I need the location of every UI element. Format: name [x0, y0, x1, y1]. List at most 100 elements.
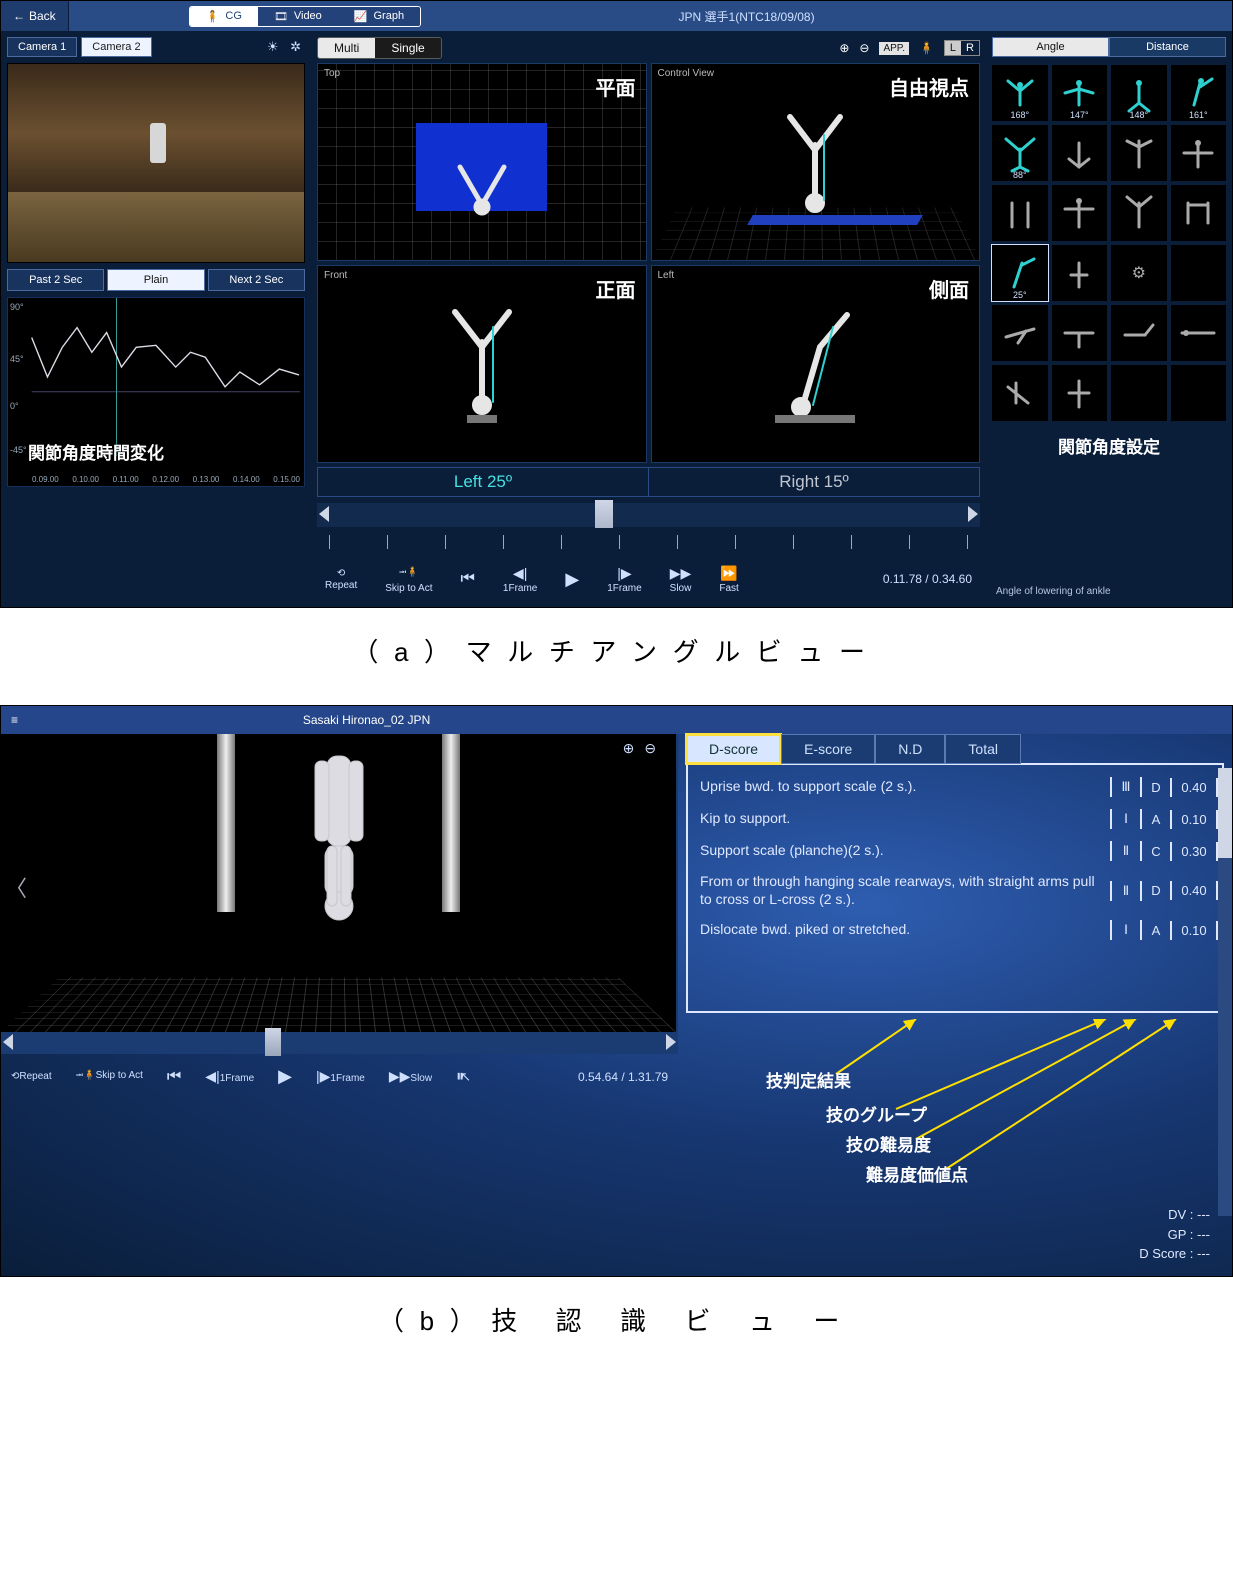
pane-left[interactable]: Left 側面 — [651, 265, 981, 463]
pose-thumb[interactable] — [992, 305, 1048, 361]
pose-thumb[interactable] — [1171, 245, 1227, 301]
figure-control — [770, 105, 860, 225]
prev-chapter-button[interactable]: ⏮ — [461, 570, 475, 588]
pose-thumb[interactable] — [1111, 365, 1167, 421]
plain-button[interactable]: Plain — [107, 269, 204, 291]
pose-thumb[interactable] — [1052, 185, 1108, 241]
timeline-thumb[interactable] — [595, 500, 613, 528]
pose-thumb[interactable] — [1111, 305, 1167, 361]
skill-difficulty: D — [1140, 778, 1172, 797]
pose-thumb[interactable]: 161° — [1171, 65, 1227, 121]
right-column: Angle Distance 168° 147° 148° 161° 88° 2… — [986, 31, 1232, 607]
next-frame-button[interactable]: |▶1Frame — [607, 565, 641, 594]
pane-front[interactable]: Front 正面 — [317, 265, 647, 463]
repeat-button[interactable]: ⟲Repeat — [11, 1071, 52, 1082]
pose-thumb[interactable]: 88° — [992, 125, 1048, 181]
pose-thumb[interactable]: ⚙ — [1111, 245, 1167, 301]
pose-thumb[interactable] — [1052, 365, 1108, 421]
next-2sec-button[interactable]: Next 2 Sec — [208, 269, 305, 291]
pose-thumb[interactable] — [1171, 365, 1227, 421]
zoom-in-icon[interactable]: ⊕ — [623, 740, 645, 756]
pose-thumb[interactable] — [1171, 125, 1227, 181]
mode-graph[interactable]: 📈Graph — [338, 7, 420, 26]
prev-chapter-button[interactable]: ⏮ — [167, 1068, 181, 1086]
tab-distance[interactable]: Distance — [1109, 37, 1226, 57]
play-icon: ▶ — [565, 569, 579, 590]
center-column: Multi Single ⊕ ⊖ APP. 🧍 LR Top 平面 — [311, 31, 986, 607]
pose-ref-icon[interactable]: 🧍 — [919, 41, 934, 55]
pose-thumb[interactable] — [1052, 305, 1108, 361]
skill-row[interactable]: Kip to support.ⅠA0.10 — [688, 803, 1222, 835]
tab-e-score[interactable]: E-score — [781, 734, 875, 764]
back-button[interactable]: ← Back — [1, 1, 69, 31]
tab-camera-1[interactable]: Camera 1 — [7, 37, 77, 57]
prev-frame-button[interactable]: ◀|1Frame — [205, 1068, 254, 1085]
tab-angle[interactable]: Angle — [992, 37, 1109, 57]
pose-thumb[interactable]: 148° — [1111, 65, 1167, 121]
scrollbar-thumb[interactable] — [1218, 768, 1232, 858]
zoom-out-icon[interactable]: ⊖ — [859, 41, 869, 55]
mode-video[interactable]: 🎞Video — [258, 7, 338, 26]
tab-nd[interactable]: N.D — [875, 734, 945, 764]
menu-icon[interactable]: ≡ — [1, 713, 28, 727]
graph-x-labels: 0.09.000.10.000.11.000.12.000.13.000.14.… — [32, 475, 300, 484]
pose-thumb[interactable] — [1171, 185, 1227, 241]
prev-frame-button[interactable]: ◀|1Frame — [503, 565, 537, 594]
tab-d-score[interactable]: D-score — [686, 734, 781, 764]
pose-thumb[interactable] — [1111, 125, 1167, 181]
pose-thumb[interactable]: 25° — [992, 245, 1048, 301]
range-end-handle[interactable] — [666, 1034, 676, 1050]
pose-thumb[interactable] — [992, 365, 1048, 421]
pose-thumb[interactable] — [1052, 245, 1108, 301]
past-2sec-button[interactable]: Past 2 Sec — [7, 269, 104, 291]
skill-row[interactable]: Uprise bwd. to support scale (2 s.).ⅢD0.… — [688, 771, 1222, 803]
slow-button[interactable]: ▶▶Slow — [389, 1068, 432, 1085]
range-end-handle[interactable] — [968, 506, 978, 522]
tab-camera-2[interactable]: Camera 2 — [81, 37, 151, 57]
zoom-out-icon[interactable]: ⊖ — [644, 740, 666, 756]
skill-group: Ⅲ — [1110, 777, 1142, 797]
pose-thumb[interactable] — [1171, 305, 1227, 361]
pose-thumb[interactable] — [1111, 185, 1167, 241]
skip-to-act-button[interactable]: ⭲🧍Skip to Act — [76, 1068, 143, 1085]
pose-thumb[interactable]: 168° — [992, 65, 1048, 121]
pose-thumb[interactable] — [992, 185, 1048, 241]
timeline[interactable] — [317, 503, 980, 527]
frame-fwd-icon: |▶ — [617, 565, 631, 582]
play-button[interactable]: ▶ — [565, 569, 579, 590]
timeline-2[interactable] — [1, 1032, 678, 1054]
time-readout: 0.54.64 / 1.31.79 — [578, 1070, 668, 1084]
joint-settings-subtitle: Angle of lowering of ankle — [992, 582, 1226, 601]
multi-button[interactable]: Multi — [318, 38, 375, 58]
repeat-button[interactable]: ⟲Repeat — [325, 568, 357, 591]
brightness-icons[interactable]: ☀ ✲ — [267, 39, 305, 55]
timeline-ticks — [317, 531, 980, 553]
render-view[interactable]: ⊕⊖ 〈 — [1, 734, 678, 1032]
frame-back-icon: ◀| — [513, 565, 527, 582]
single-button[interactable]: Single — [375, 38, 440, 58]
timeline-thumb[interactable] — [265, 1028, 281, 1056]
pause-button[interactable]: ⏸↖ — [456, 1068, 471, 1086]
slow-button[interactable]: ▶▶Slow — [670, 565, 692, 594]
quad-view: Top 平面 Control View 自由視点 Front — [317, 63, 980, 463]
lr-toggle[interactable]: LR — [944, 40, 980, 56]
tab-total[interactable]: Total — [945, 734, 1021, 764]
mode-cg[interactable]: 🧍CG — [190, 7, 258, 26]
pose-thumb[interactable]: 147° — [1052, 65, 1108, 121]
skill-row[interactable]: Support scale (planche)(2 s.).ⅡC0.30 — [688, 835, 1222, 867]
fast-button[interactable]: ⏩Fast — [719, 565, 738, 594]
annot-group: 技のグループ — [826, 1101, 927, 1126]
range-start-handle[interactable] — [3, 1034, 13, 1050]
prev-view-button[interactable]: 〈 — [5, 871, 27, 903]
skip-to-act-button[interactable]: ⭲🧍Skip to Act — [385, 565, 432, 594]
pane-control-view[interactable]: Control View 自由視点 — [651, 63, 981, 261]
pane-top[interactable]: Top 平面 — [317, 63, 647, 261]
zoom-in-icon[interactable]: ⊕ — [839, 41, 849, 55]
pose-thumb[interactable] — [1052, 125, 1108, 181]
next-frame-button[interactable]: |▶1Frame — [316, 1068, 365, 1085]
range-start-handle[interactable] — [319, 506, 329, 522]
play-button[interactable]: ▶ — [278, 1066, 292, 1087]
skill-row[interactable]: Dislocate bwd. piked or stretched.ⅠA0.10 — [688, 914, 1222, 946]
app-label[interactable]: APP. — [879, 42, 909, 55]
skill-row[interactable]: From or through hanging scale rearways, … — [688, 867, 1222, 914]
